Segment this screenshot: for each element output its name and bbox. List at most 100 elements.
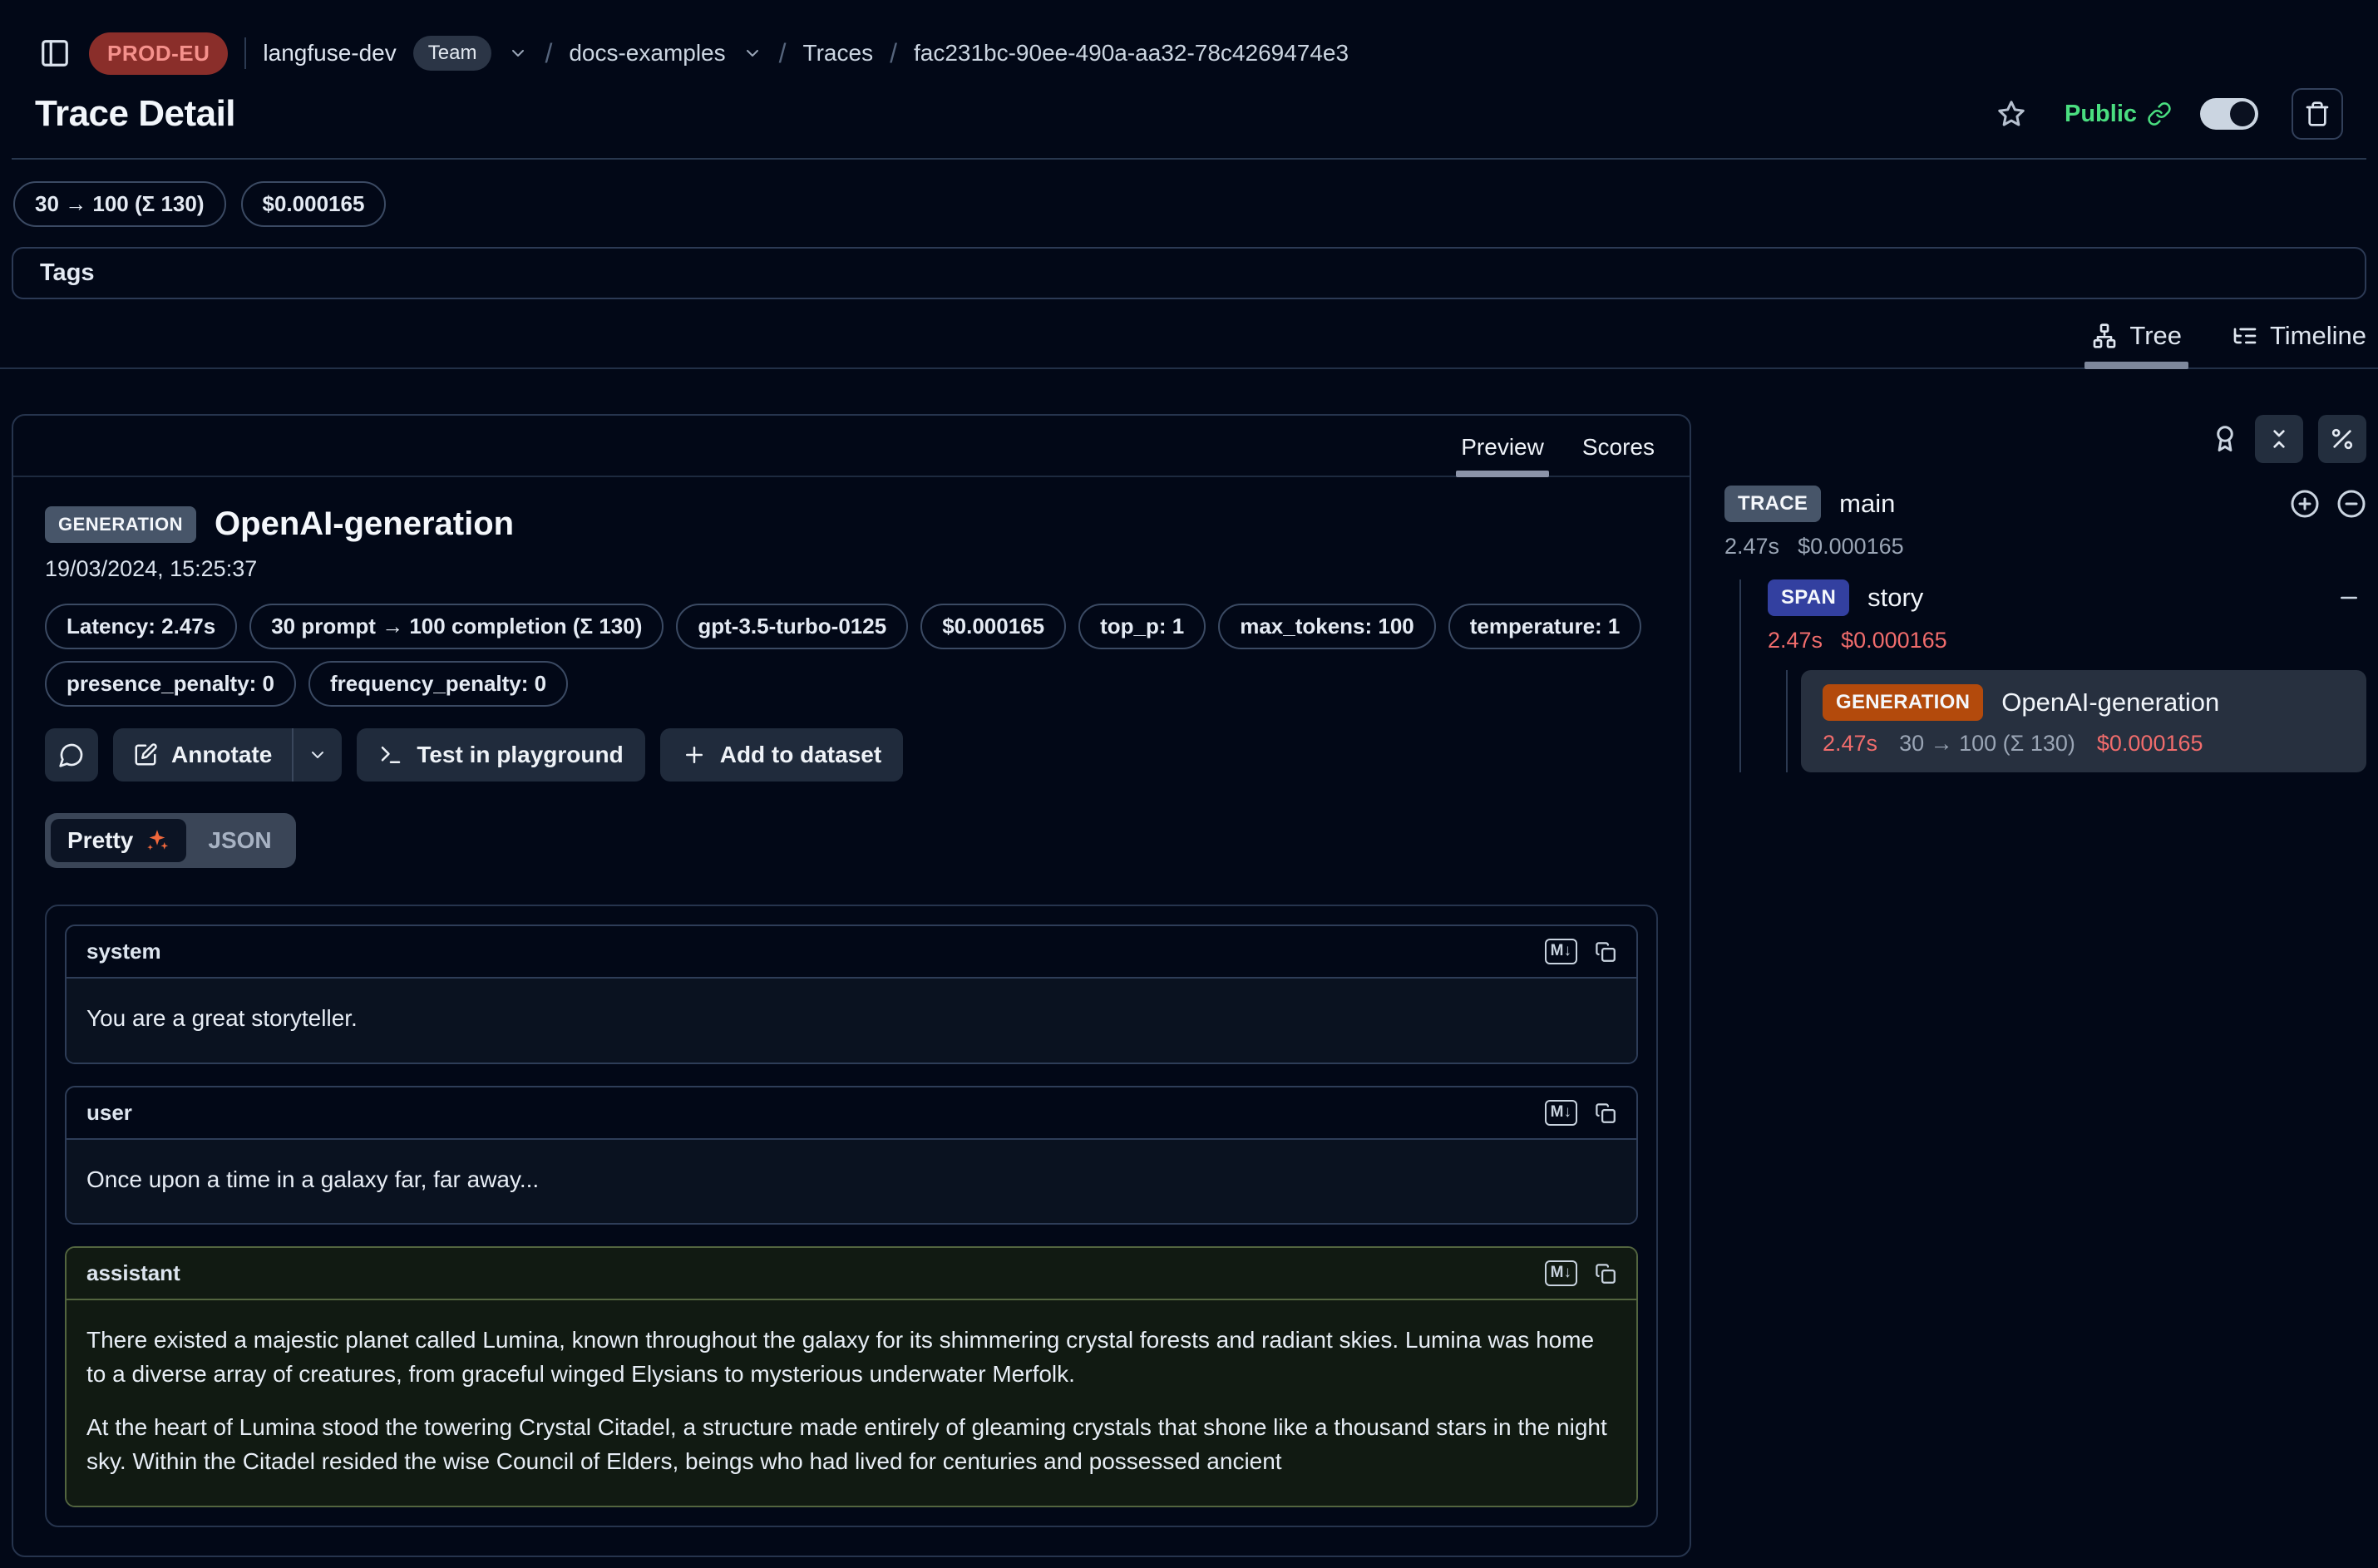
frequency-penalty-badge[interactable]: frequency_penalty: 0 (308, 661, 568, 707)
observation-type-badge: GENERATION (45, 506, 196, 543)
max-tokens-badge[interactable]: max_tokens: 100 (1218, 604, 1436, 649)
fold-vertical-icon (2266, 426, 2292, 452)
add-to-dataset-button[interactable]: Add to dataset (660, 728, 903, 782)
message-tools: M↓ (1545, 1100, 1616, 1126)
markdown-toggle-icon[interactable]: M↓ (1545, 1260, 1577, 1286)
delete-trace-button[interactable] (2292, 88, 2343, 140)
tree-node-trace[interactable]: TRACE main (1724, 486, 2366, 522)
comment-icon (58, 742, 85, 768)
plus-circle-icon (2290, 489, 2320, 519)
top-p-badge[interactable]: top_p: 1 (1078, 604, 1206, 649)
trash-icon (2304, 101, 2331, 127)
copy-icon (1594, 940, 1616, 963)
generation-tokens: 30 → 100 (Σ 130) (1899, 731, 2075, 757)
trace-children: SPAN story 2.47s $0.000165 GENERATION Op… (1739, 579, 2366, 772)
temperature-badge[interactable]: temperature: 1 (1448, 604, 1642, 649)
trace-metrics: 2.47s $0.000165 (1724, 534, 2366, 560)
expand-all-button[interactable] (2290, 489, 2320, 519)
tab-preview[interactable]: Preview (1461, 434, 1544, 476)
copy-button[interactable] (1594, 940, 1616, 963)
breadcrumb-org[interactable]: langfuse-dev (263, 40, 396, 67)
tab-timeline[interactable]: Timeline (2232, 321, 2366, 367)
panel-left-icon (39, 37, 71, 69)
breadcrumb-separator: / (890, 38, 897, 69)
message-header: user M↓ (67, 1087, 1636, 1140)
collapse-all-button[interactable] (2255, 415, 2303, 463)
tags-container[interactable]: Tags (12, 247, 2366, 299)
sparkles-icon (145, 828, 170, 853)
generation-type-badge: GENERATION (1823, 684, 1983, 721)
sidebar-toggle-button[interactable] (37, 36, 72, 71)
message-tools: M↓ (1545, 939, 1616, 964)
collapse-node-button[interactable] (2336, 489, 2366, 519)
public-toggle[interactable] (2200, 98, 2258, 130)
message-content: Once upon a time in a galaxy far, far aw… (67, 1140, 1636, 1224)
tree-controls (1724, 414, 2366, 464)
span-metrics: 2.47s $0.000165 (1768, 628, 2366, 653)
toggle-metrics-button[interactable] (2318, 415, 2366, 463)
observation-meta-badges: Latency: 2.47s 30 prompt → 100 completio… (45, 604, 1658, 707)
model-badge[interactable]: gpt-3.5-turbo-0125 (676, 604, 908, 649)
scores-award-button[interactable] (2210, 424, 2240, 454)
copy-button[interactable] (1594, 1102, 1616, 1124)
token-usage-badge[interactable]: 30 prompt → 100 completion (Σ 130) (249, 604, 664, 649)
span-cost: $0.000165 (1841, 628, 1947, 653)
tab-tree[interactable]: Tree (2091, 321, 2182, 367)
bookmark-star-button[interactable] (1996, 99, 2026, 129)
message-header: assistant M↓ (67, 1248, 1636, 1300)
assistant-paragraph: There existed a majestic planet called L… (86, 1324, 1616, 1391)
cost-badge[interactable]: $0.000165 (920, 604, 1066, 649)
copy-button[interactable] (1594, 1262, 1616, 1284)
markdown-toggle-icon[interactable]: M↓ (1545, 1100, 1577, 1126)
message-content: There existed a majestic planet called L… (67, 1300, 1636, 1505)
message-header: system M↓ (67, 926, 1636, 979)
tree-node-span[interactable]: SPAN story (1768, 579, 2366, 616)
chevron-down-icon (308, 745, 328, 765)
chevron-down-icon (508, 43, 528, 63)
span-type-badge: SPAN (1768, 579, 1849, 616)
annotate-button[interactable]: Annotate (113, 728, 292, 782)
test-in-playground-button[interactable]: Test in playground (357, 728, 644, 782)
trace-token-usage-badge[interactable]: 30 → 100 (Σ 130) (13, 181, 226, 227)
message-user: user M↓ Once upon a time in a galaxy far… (65, 1086, 1638, 1225)
observation-name: OpenAI-generation (215, 505, 514, 543)
chevron-down-icon (743, 43, 762, 63)
tree-node-generation-selected[interactable]: GENERATION OpenAI-generation 2.47s 30 → … (1801, 670, 2366, 772)
breadcrumb-project[interactable]: docs-examples (569, 40, 725, 67)
project-switcher-button[interactable] (743, 43, 762, 63)
tree-expand-controls (2290, 489, 2366, 519)
comments-button[interactable] (45, 728, 98, 782)
observation-panel: Preview Scores GENERATION OpenAI-generat… (12, 414, 1691, 1557)
org-switcher-button[interactable] (508, 43, 528, 63)
edit-icon (133, 742, 158, 767)
tree-icon (2091, 323, 2118, 349)
minus-circle-icon (2336, 489, 2366, 519)
format-toggle: Pretty JSON (45, 813, 296, 868)
org-plan-badge: Team (413, 36, 492, 71)
annotate-dropdown-button[interactable] (294, 728, 342, 782)
tab-tree-label: Tree (2129, 321, 2182, 351)
span-name: story (1867, 583, 1923, 613)
public-label: Public (2065, 101, 2137, 128)
latency-badge[interactable]: Latency: 2.47s (45, 604, 237, 649)
percent-icon (2329, 426, 2356, 452)
message-content: You are a great storyteller. (67, 979, 1636, 1063)
trace-cost: $0.000165 (1798, 534, 1904, 560)
collapse-span-button[interactable] (2336, 585, 2366, 610)
tab-scores[interactable]: Scores (1582, 434, 1655, 476)
breadcrumb-traces[interactable]: Traces (803, 40, 874, 67)
trace-latency: 2.47s (1724, 534, 1779, 560)
generation-name: OpenAI-generation (2001, 688, 2219, 717)
public-link[interactable]: Public (2065, 101, 2172, 128)
observation-detail: GENERATION OpenAI-generation 19/03/2024,… (13, 477, 1690, 1556)
trace-cost-badge[interactable]: $0.000165 (241, 181, 387, 227)
presence-penalty-badge[interactable]: presence_penalty: 0 (45, 661, 296, 707)
link-icon (2147, 101, 2172, 126)
view-tabs: Tree Timeline (0, 321, 2378, 369)
format-json-button[interactable]: JSON (190, 819, 289, 862)
copy-icon (1594, 1102, 1616, 1124)
markdown-toggle-icon[interactable]: M↓ (1545, 939, 1577, 964)
format-pretty-button[interactable]: Pretty (51, 819, 186, 862)
message-role: user (86, 1100, 1545, 1126)
breadcrumb-divider (244, 37, 246, 69)
